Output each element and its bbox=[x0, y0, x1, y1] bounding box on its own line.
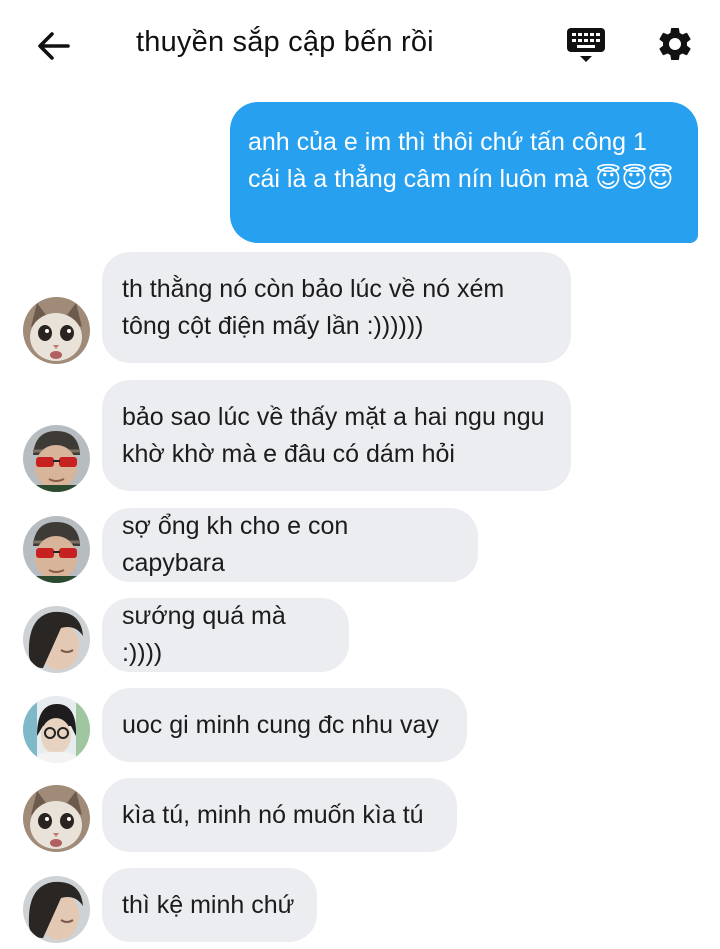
avatar-long-hair[interactable] bbox=[23, 876, 90, 943]
incoming-message[interactable]: kìa tú, minh nó muốn kìa tú bbox=[102, 778, 457, 852]
incoming-message[interactable]: sợ ổng kh cho e con capybara bbox=[102, 508, 478, 582]
avatar-cat[interactable] bbox=[23, 785, 90, 852]
incoming-message[interactable]: sướng quá mà :)))) bbox=[102, 598, 349, 672]
chat-header: thuyền sắp cập bến rồi bbox=[0, 0, 720, 90]
incoming-message[interactable]: thì kệ minh chứ bbox=[102, 868, 317, 942]
avatar-cat[interactable] bbox=[23, 297, 90, 364]
incoming-message[interactable]: bảo sao lúc về thấy mặt a hai ngu ngu kh… bbox=[102, 380, 571, 491]
incoming-message[interactable]: uoc gi minh cung đc nhu vay bbox=[102, 688, 467, 762]
incoming-message[interactable]: th thằng nó còn bảo lúc về nó xém tông c… bbox=[102, 252, 571, 363]
keyboard-icon[interactable] bbox=[565, 24, 607, 66]
outgoing-message[interactable]: anh của e im thì thôi chứ tấn công 1 cái… bbox=[230, 102, 698, 243]
avatar-glasses[interactable] bbox=[23, 696, 90, 763]
avatar-long-hair[interactable] bbox=[23, 606, 90, 673]
gear-icon[interactable] bbox=[655, 24, 695, 64]
chat-title: thuyền sắp cập bến rồi bbox=[136, 26, 434, 58]
avatar-sunglasses[interactable] bbox=[23, 425, 90, 492]
arrow-left-icon[interactable] bbox=[34, 26, 74, 66]
avatar-sunglasses[interactable] bbox=[23, 516, 90, 583]
